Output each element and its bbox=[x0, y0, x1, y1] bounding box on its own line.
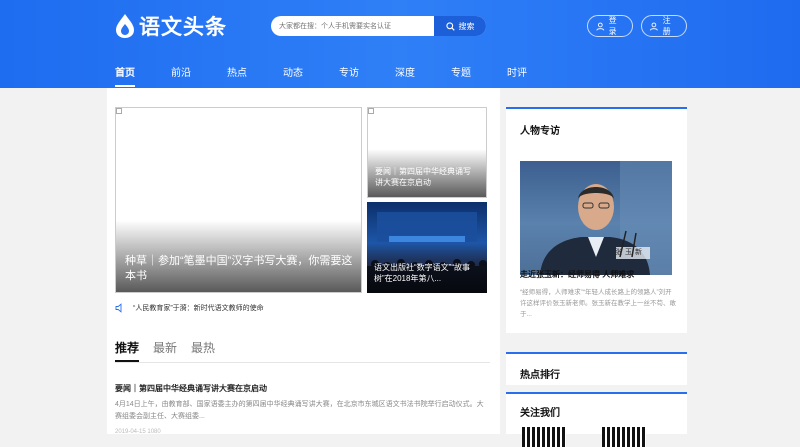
nav-item-interview[interactable]: 专访 bbox=[339, 64, 359, 79]
featured-main-caption: 种草｜参加“笔墨中国”汉字书写大赛，你需要这本书 bbox=[125, 255, 353, 283]
tab-latest[interactable]: 最新 bbox=[153, 339, 177, 356]
article-title[interactable]: 要闻｜第四届中华经典诵写讲大赛在京启动 bbox=[115, 383, 267, 394]
sidebar-interview-title: 人物专访 bbox=[520, 126, 560, 137]
register-button[interactable]: 注册 bbox=[641, 15, 687, 37]
nav-item-frontier[interactable]: 前沿 bbox=[171, 64, 191, 79]
tab-hottest[interactable]: 最热 bbox=[191, 339, 215, 356]
featured-main[interactable]: 种草｜参加“笔墨中国”汉字书写大赛，你需要这本书 bbox=[115, 107, 362, 293]
flame-logo-icon bbox=[116, 14, 134, 38]
nav-item-commentary[interactable]: 时评 bbox=[507, 64, 527, 79]
nav-item-hot[interactable]: 热点 bbox=[227, 64, 247, 79]
photo-name-label: 张玉新 bbox=[615, 249, 645, 256]
notice-bar[interactable]: “人民教育家”于漪：新时代语文教师的使命 bbox=[115, 303, 264, 313]
feed-tabs: 推荐 最新 最热 bbox=[115, 339, 215, 362]
nav-item-depth[interactable]: 深度 bbox=[395, 64, 415, 79]
user-icon bbox=[596, 22, 605, 31]
featured-bottom-right[interactable]: 语文出版社“数字语文”“故事树”在2018年第八... bbox=[367, 202, 487, 293]
search-icon bbox=[445, 21, 455, 31]
search-box: 搜索 bbox=[271, 16, 486, 36]
site-header: 语文头条 搜索 登录 注册 首页 前沿 热点 动态 专访 深度 专题 bbox=[0, 0, 800, 88]
login-label: 登录 bbox=[608, 16, 617, 36]
search-input[interactable] bbox=[271, 16, 434, 36]
qr-code-icon bbox=[522, 427, 566, 447]
brand-name: 语文头条 bbox=[139, 15, 227, 39]
sidebar-contact-title: 关注我们 bbox=[520, 408, 560, 419]
article-meta: 2019-04-15 1080 bbox=[115, 429, 161, 435]
login-button[interactable]: 登录 bbox=[587, 15, 633, 37]
sidebar-ranking: 热点排行 bbox=[506, 352, 687, 385]
sidebar-ranking-title: 热点排行 bbox=[520, 370, 560, 381]
nav-item-topics[interactable]: 专题 bbox=[451, 64, 471, 79]
tab-recommended[interactable]: 推荐 bbox=[115, 339, 140, 362]
image-placeholder-icon bbox=[368, 108, 374, 114]
featured-top-right[interactable]: 要闻｜第四届中华经典诵写讲大赛在京启动 bbox=[367, 107, 487, 198]
interview-headline[interactable]: 走近张玉新：经师易得 人师难求 bbox=[520, 269, 634, 280]
interview-excerpt: “经师易得，人师难求”“年轻人成长路上的领路人”刘开许这样评价张玉新老师。张玉新… bbox=[520, 289, 676, 319]
nav-item-home[interactable]: 首页 bbox=[115, 64, 135, 87]
main-nav: 首页 前沿 热点 动态 专访 深度 专题 时评 bbox=[115, 64, 563, 87]
article-summary: 4月14日上午，由教育部、国家语委主办的第四届中华经典诵写讲大赛，在北京市东城区… bbox=[115, 401, 484, 420]
interview-photo[interactable]: 张玉新 bbox=[520, 161, 672, 275]
site-logo[interactable]: 语文头条 bbox=[114, 11, 227, 41]
notice-text: “人民教育家”于漪：新时代语文教师的使命 bbox=[133, 305, 264, 312]
featured-top-right-caption: 要闻｜第四届中华经典诵写讲大赛在京启动 bbox=[375, 167, 471, 188]
register-label: 注册 bbox=[662, 16, 671, 36]
nav-item-news[interactable]: 动态 bbox=[283, 64, 303, 79]
featured-bottom-right-caption: 语文出版社“数字语文”“故事树”在2018年第八... bbox=[374, 263, 470, 284]
search-button[interactable]: 搜索 bbox=[434, 16, 486, 36]
speaker-icon bbox=[115, 303, 122, 313]
divider bbox=[115, 362, 490, 363]
sidebar-interview: 人物专访 张玉新 走近张玉新：经师易得 人师难求 “经师易得，人师难求”“年轻人… bbox=[506, 107, 687, 333]
user-add-icon bbox=[650, 22, 658, 31]
image-placeholder-icon bbox=[116, 108, 122, 114]
qr-code-icon bbox=[602, 427, 646, 447]
search-button-label: 搜索 bbox=[458, 21, 475, 31]
